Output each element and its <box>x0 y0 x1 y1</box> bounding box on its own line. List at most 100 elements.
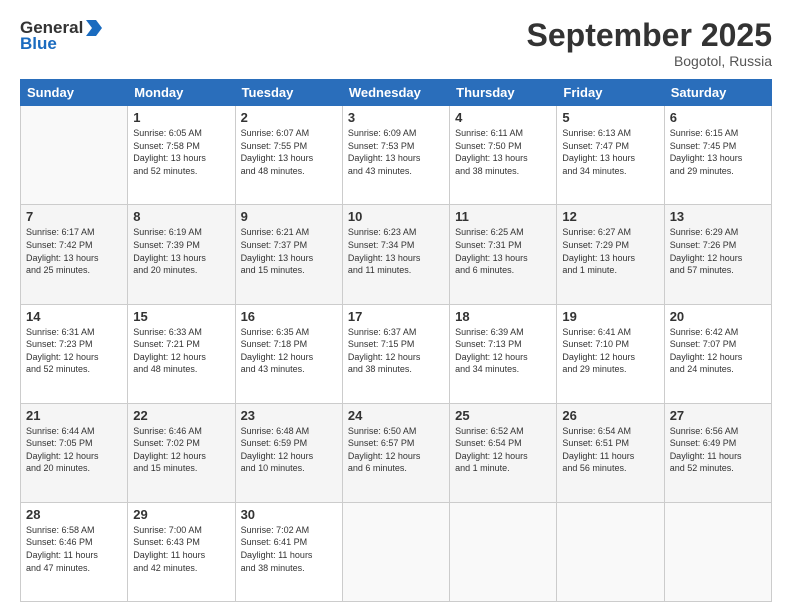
week-row-2: 7 Sunrise: 6:17 AM Sunset: 7:42 PM Daylig… <box>21 205 772 304</box>
day-info: Sunrise: 6:13 AM Sunset: 7:47 PM Dayligh… <box>562 127 658 177</box>
day-number: 12 <box>562 209 658 224</box>
day-info: Sunrise: 6:25 AM Sunset: 7:31 PM Dayligh… <box>455 226 551 276</box>
day-info: Sunrise: 6:07 AM Sunset: 7:55 PM Dayligh… <box>241 127 337 177</box>
day-cell: 12Sunrise: 6:27 AM Sunset: 7:29 PM Dayli… <box>557 205 664 304</box>
header-tuesday: Tuesday <box>235 80 342 106</box>
page: General Blue September 2025 Bogotol, Rus… <box>0 0 792 612</box>
day-cell: 30 Sunrise: 7:02 AM Sunset: 6:41 PM Dayli… <box>235 502 342 601</box>
day-number: 3 <box>348 110 444 125</box>
week-row-1: 1Sunrise: 6:05 AM Sunset: 7:58 PM Daylig… <box>21 106 772 205</box>
day-cell <box>557 502 664 601</box>
day-info: Sunrise: 6:54 AM Sunset: 6:51 PM Dayligh… <box>562 425 658 475</box>
day-number: 20 <box>670 309 766 324</box>
day-cell: 10 Sunrise: 6:23 AM Sunset: 7:34 PM Dayli… <box>342 205 449 304</box>
day-info: Sunrise: 6:11 AM Sunset: 7:50 PM Dayligh… <box>455 127 551 177</box>
day-cell: 18Sunrise: 6:39 AM Sunset: 7:13 PM Dayli… <box>450 304 557 403</box>
month-title: September 2025 <box>527 18 772 53</box>
header-friday: Friday <box>557 80 664 106</box>
day-cell: 6 Sunrise: 6:15 AM Sunset: 7:45 PM Daylig… <box>664 106 771 205</box>
day-number: 17 <box>348 309 444 324</box>
day-number: 9 <box>241 209 337 224</box>
day-info: Sunrise: 6:21 AM Sunset: 7:37 PM Dayligh… <box>241 226 337 276</box>
day-info: Sunrise: 6:37 AM Sunset: 7:15 PM Dayligh… <box>348 326 444 376</box>
day-info: Sunrise: 6:29 AM Sunset: 7:26 PM Dayligh… <box>670 226 766 276</box>
day-number: 13 <box>670 209 766 224</box>
day-number: 23 <box>241 408 337 423</box>
day-number: 7 <box>26 209 122 224</box>
calendar-table: Sunday Monday Tuesday Wednesday Thursday… <box>20 79 772 602</box>
day-number: 14 <box>26 309 122 324</box>
day-info: Sunrise: 6:46 AM Sunset: 7:02 PM Dayligh… <box>133 425 229 475</box>
day-number: 2 <box>241 110 337 125</box>
day-cell: 4 Sunrise: 6:11 AM Sunset: 7:50 PM Daylig… <box>450 106 557 205</box>
day-cell: 11 Sunrise: 6:25 AM Sunset: 7:31 PM Dayli… <box>450 205 557 304</box>
day-cell: 5 Sunrise: 6:13 AM Sunset: 7:47 PM Daylig… <box>557 106 664 205</box>
header: General Blue September 2025 Bogotol, Rus… <box>20 18 772 69</box>
day-cell: 29 Sunrise: 7:00 AM Sunset: 6:43 PM Dayli… <box>128 502 235 601</box>
logo-arrow-icon <box>84 18 104 38</box>
day-number: 26 <box>562 408 658 423</box>
day-cell: 14 Sunrise: 6:31 AM Sunset: 7:23 PM Dayli… <box>21 304 128 403</box>
logo-blue-text: Blue <box>20 34 57 54</box>
day-info: Sunrise: 6:17 AM Sunset: 7:42 PM Dayligh… <box>26 226 122 276</box>
day-number: 10 <box>348 209 444 224</box>
day-number: 29 <box>133 507 229 522</box>
day-cell: 25 Sunrise: 6:52 AM Sunset: 6:54 PM Dayli… <box>450 403 557 502</box>
day-cell: 15 Sunrise: 6:33 AM Sunset: 7:21 PM Dayli… <box>128 304 235 403</box>
day-cell: 26 Sunrise: 6:54 AM Sunset: 6:51 PM Dayli… <box>557 403 664 502</box>
day-cell: 27 Sunrise: 6:56 AM Sunset: 6:49 PM Dayli… <box>664 403 771 502</box>
week-row-4: 21 Sunrise: 6:44 AM Sunset: 7:05 PM Dayli… <box>21 403 772 502</box>
day-info: Sunrise: 6:42 AM Sunset: 7:07 PM Dayligh… <box>670 326 766 376</box>
header-thursday: Thursday <box>450 80 557 106</box>
day-info: Sunrise: 6:15 AM Sunset: 7:45 PM Dayligh… <box>670 127 766 177</box>
logo: General Blue <box>20 18 105 54</box>
day-info: Sunrise: 6:35 AM Sunset: 7:18 PM Dayligh… <box>241 326 337 376</box>
week-row-5: 28 Sunrise: 6:58 AM Sunset: 6:46 PM Dayli… <box>21 502 772 601</box>
header-wednesday: Wednesday <box>342 80 449 106</box>
day-cell: 20 Sunrise: 6:42 AM Sunset: 7:07 PM Dayli… <box>664 304 771 403</box>
day-info: Sunrise: 6:33 AM Sunset: 7:21 PM Dayligh… <box>133 326 229 376</box>
day-info: Sunrise: 6:58 AM Sunset: 6:46 PM Dayligh… <box>26 524 122 574</box>
day-number: 4 <box>455 110 551 125</box>
day-cell: 1Sunrise: 6:05 AM Sunset: 7:58 PM Daylig… <box>128 106 235 205</box>
day-info: Sunrise: 6:19 AM Sunset: 7:39 PM Dayligh… <box>133 226 229 276</box>
day-cell <box>664 502 771 601</box>
day-info: Sunrise: 6:39 AM Sunset: 7:13 PM Dayligh… <box>455 326 551 376</box>
day-cell: 13 Sunrise: 6:29 AM Sunset: 7:26 PM Dayli… <box>664 205 771 304</box>
day-number: 24 <box>348 408 444 423</box>
day-info: Sunrise: 6:44 AM Sunset: 7:05 PM Dayligh… <box>26 425 122 475</box>
day-cell: 21 Sunrise: 6:44 AM Sunset: 7:05 PM Dayli… <box>21 403 128 502</box>
day-number: 22 <box>133 408 229 423</box>
day-info: Sunrise: 6:50 AM Sunset: 6:57 PM Dayligh… <box>348 425 444 475</box>
title-block: September 2025 Bogotol, Russia <box>527 18 772 69</box>
day-cell: 16Sunrise: 6:35 AM Sunset: 7:18 PM Dayli… <box>235 304 342 403</box>
day-cell: 3 Sunrise: 6:09 AM Sunset: 7:53 PM Daylig… <box>342 106 449 205</box>
day-cell: 7 Sunrise: 6:17 AM Sunset: 7:42 PM Daylig… <box>21 205 128 304</box>
header-saturday: Saturday <box>664 80 771 106</box>
day-number: 21 <box>26 408 122 423</box>
day-info: Sunrise: 6:23 AM Sunset: 7:34 PM Dayligh… <box>348 226 444 276</box>
day-info: Sunrise: 7:00 AM Sunset: 6:43 PM Dayligh… <box>133 524 229 574</box>
day-cell <box>21 106 128 205</box>
day-number: 25 <box>455 408 551 423</box>
day-number: 15 <box>133 309 229 324</box>
day-info: Sunrise: 6:09 AM Sunset: 7:53 PM Dayligh… <box>348 127 444 177</box>
day-number: 19 <box>562 309 658 324</box>
day-cell: 9 Sunrise: 6:21 AM Sunset: 7:37 PM Daylig… <box>235 205 342 304</box>
weekday-header-row: Sunday Monday Tuesday Wednesday Thursday… <box>21 80 772 106</box>
day-number: 6 <box>670 110 766 125</box>
day-info: Sunrise: 6:52 AM Sunset: 6:54 PM Dayligh… <box>455 425 551 475</box>
day-number: 30 <box>241 507 337 522</box>
day-cell: 17 Sunrise: 6:37 AM Sunset: 7:15 PM Dayli… <box>342 304 449 403</box>
day-info: Sunrise: 6:56 AM Sunset: 6:49 PM Dayligh… <box>670 425 766 475</box>
week-row-3: 14 Sunrise: 6:31 AM Sunset: 7:23 PM Dayli… <box>21 304 772 403</box>
day-info: Sunrise: 7:02 AM Sunset: 6:41 PM Dayligh… <box>241 524 337 574</box>
day-number: 5 <box>562 110 658 125</box>
day-number: 28 <box>26 507 122 522</box>
day-number: 11 <box>455 209 551 224</box>
day-cell: 23Sunrise: 6:48 AM Sunset: 6:59 PM Dayli… <box>235 403 342 502</box>
day-cell <box>450 502 557 601</box>
subtitle: Bogotol, Russia <box>527 53 772 69</box>
day-number: 27 <box>670 408 766 423</box>
day-info: Sunrise: 6:31 AM Sunset: 7:23 PM Dayligh… <box>26 326 122 376</box>
